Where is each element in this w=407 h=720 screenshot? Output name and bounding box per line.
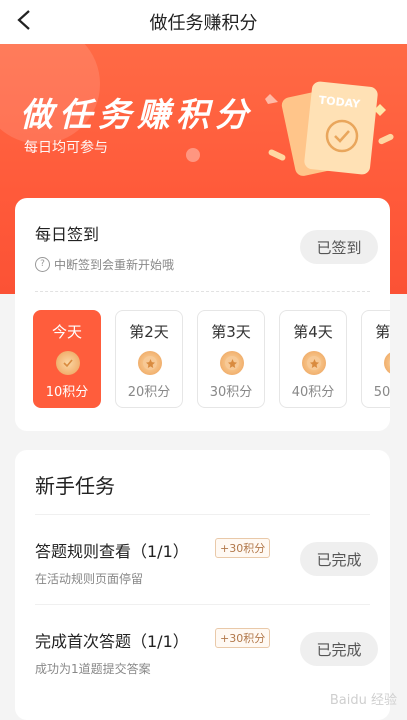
- divider: [35, 514, 370, 515]
- checkin-day-2[interactable]: 第2天 20积分: [115, 310, 183, 408]
- checkin-day-5[interactable]: 第5天 50积分: [361, 310, 390, 408]
- star-coin-icon: [220, 351, 244, 375]
- day-points: 10积分: [45, 385, 89, 400]
- tasks-title: 新手任务: [35, 474, 115, 498]
- hero-title: 做任务赚积分: [20, 95, 254, 134]
- points-badge: +30积分: [215, 538, 271, 558]
- task-completed-button[interactable]: 已完成: [300, 632, 378, 666]
- watermark: Baidu 经验: [329, 693, 397, 708]
- newbie-tasks-card: 新手任务 答题规则查看（1/1） +30积分 在活动规则页面停留 已完成 完成首…: [15, 450, 390, 720]
- day-points: 30积分: [209, 385, 253, 400]
- checkin-hint: ? 中断签到会重新开始哦: [35, 256, 174, 273]
- signed-in-button[interactable]: 已签到: [300, 230, 378, 264]
- checkin-day-1[interactable]: 今天 10积分: [33, 310, 101, 408]
- check-coin-icon: [56, 351, 80, 375]
- checkin-day-4[interactable]: 第4天 40积分: [279, 310, 347, 408]
- day-label: 第5天: [375, 323, 390, 341]
- day-points: 20积分: [127, 385, 171, 400]
- calendar-illustration-icon: TODAY: [265, 81, 394, 176]
- checkin-hint-text: 中断签到会重新开始哦: [54, 258, 175, 272]
- checkin-title: 每日签到: [35, 225, 100, 244]
- hero-subtitle: 每日均可参与: [24, 140, 108, 156]
- day-label: 第2天: [129, 323, 169, 341]
- day-label: 第3天: [211, 323, 251, 341]
- task-completed-button[interactable]: 已完成: [300, 542, 378, 576]
- back-arrow-icon: [17, 10, 30, 30]
- day-points: 50积分: [373, 385, 390, 400]
- page-title: 做任务赚积分: [149, 13, 258, 34]
- day-points: 40积分: [291, 385, 335, 400]
- task-title: 答题规则查看（1/1）: [35, 542, 189, 561]
- divider: [35, 604, 370, 605]
- checkin-days-row[interactable]: 今天 10积分 第2天 20积分 第3天 30积分 第4天 40积分 第5天 5…: [33, 310, 390, 410]
- checkin-day-3[interactable]: 第3天 30积分: [197, 310, 265, 408]
- task-item: 完成首次答题（1/1） +30积分 成功为1道题提交答案 已完成: [15, 604, 390, 694]
- day-label: 今天: [51, 323, 82, 341]
- task-item: 答题规则查看（1/1） +30积分 在活动规则页面停留 已完成: [15, 514, 390, 604]
- day-label: 第4天: [293, 323, 333, 341]
- star-coin-icon: [384, 351, 390, 375]
- points-badge: +30积分: [215, 628, 271, 648]
- daily-checkin-card: 每日签到 ? 中断签到会重新开始哦 已签到 今天 10积分 第2天 20积分 第…: [15, 198, 390, 431]
- divider: [35, 291, 370, 292]
- back-button[interactable]: [10, 6, 38, 34]
- star-coin-icon: [138, 351, 162, 375]
- top-nav-bar: 做任务赚积分: [0, 0, 407, 44]
- star-coin-icon: [302, 351, 326, 375]
- question-icon: ?: [35, 257, 50, 272]
- task-description: 在活动规则页面停留: [35, 572, 144, 586]
- task-description: 成功为1道题提交答案: [35, 662, 151, 676]
- decor-dot: [186, 148, 200, 162]
- task-title: 完成首次答题（1/1）: [35, 632, 189, 651]
